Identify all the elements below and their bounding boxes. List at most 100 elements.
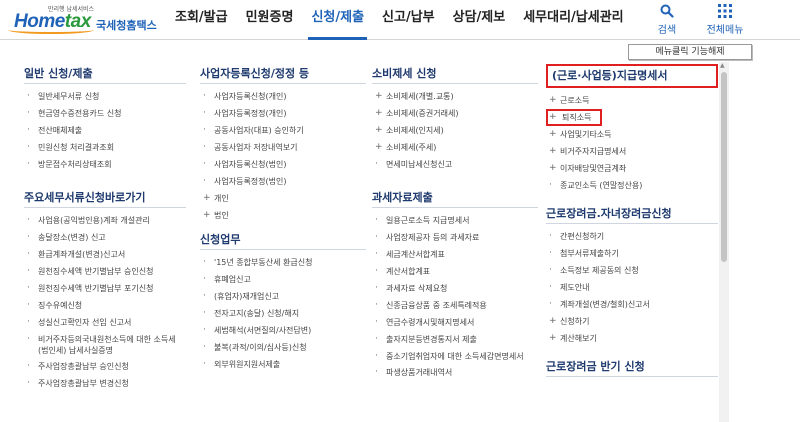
dot-bullet-icon: · — [549, 248, 552, 258]
menu-item[interactable]: + 신청하기 — [546, 313, 718, 330]
menu-item[interactable]: · 사업자등록정정(개인) — [200, 105, 366, 122]
menu-item[interactable]: + 이자배당및연금계좌 — [546, 160, 718, 177]
menu-item-label: 휴폐업신고 — [214, 275, 251, 284]
menu-item[interactable]: + 비거주자지급명세서 — [546, 143, 718, 160]
menu-item[interactable]: · 사업장제공자 등의 과세자료 — [372, 229, 538, 246]
menu-column-3: 소비제세 신청 + 소비제세(개별.교통) + 소비제세(증권거래세) + 소비제세(… — [372, 64, 538, 381]
nav-civil-certificate[interactable]: 민원증명 — [237, 0, 303, 40]
group-title[interactable]: 주요세무서류신청바로가기 — [24, 188, 186, 208]
menu-item-label: 외부위원지원서제출 — [214, 360, 281, 369]
menu-item[interactable]: + 소비제세(주세) — [372, 139, 538, 156]
menu-item[interactable]: · 전산매체제출 — [24, 122, 186, 139]
scrollbar-thumb[interactable] — [721, 72, 727, 262]
menu-item[interactable]: · 원천징수세액 반기별납부 포기신청 — [24, 280, 186, 297]
scroll-up-icon[interactable]: ▲ — [720, 62, 725, 70]
menu-item[interactable]: · 사업자등록신청(개인) — [200, 88, 366, 105]
menu-item[interactable]: · 송달장소(변경) 신고 — [24, 229, 186, 246]
menu-item[interactable]: · 사업용(공익법인용)계좌 개설관리 — [24, 212, 186, 229]
group-title[interactable]: 근로장려금.자녀장려금신청 — [546, 204, 718, 224]
group-title[interactable]: 소비제세 신청 — [372, 64, 538, 84]
menu-item[interactable]: · 공동사업자 저장내역보기 — [200, 139, 366, 156]
menu-item[interactable]: · 비거주자등의국내원천소득에 대한 소득세(법인세) 납세사실증명 — [24, 331, 186, 358]
menu-item[interactable]: · 성실신고확인자 선임 신고서 — [24, 314, 186, 331]
menu-item[interactable]: · 첨부서류제출하기 — [546, 245, 718, 262]
menu-item[interactable]: · 주사업장총괄납부 승인신청 — [24, 358, 186, 375]
menu-item[interactable]: · 계산서합계표 — [372, 263, 538, 280]
menu-item[interactable]: · 주사업장총괄납부 변경신청 — [24, 375, 186, 392]
menu-item[interactable]: · 불복(과적/이의/심사등)신청 — [200, 339, 366, 356]
dot-bullet-icon: · — [27, 317, 30, 327]
menu-item[interactable]: · 출자지분등변경통지서 제출 — [372, 331, 538, 348]
group-title[interactable]: 사업자등록신청/정정 등 — [200, 64, 366, 84]
main-nav: 조회/발급 민원증명 신청/제출 신고/납부 상담/제보 세무대리/납세관리 — [166, 0, 633, 40]
nav-tax-agent[interactable]: 세무대리/납세관리 — [514, 0, 632, 40]
menu-item[interactable]: · 외부위원지원서제출 — [200, 356, 366, 373]
full-menu-button[interactable]: 전체메뉴 — [702, 0, 748, 40]
group-title[interactable]: 과세자료제출 — [372, 188, 538, 208]
menu-item-label: 소비제세(인지세) — [386, 126, 444, 135]
menu-item[interactable]: · 연금수령개시및해지명세서 — [372, 314, 538, 331]
menu-item-label: 사업자등록신청(법인) — [214, 160, 287, 169]
menu-item[interactable]: · '15년 종합부동산세 환급신청 — [200, 254, 366, 271]
group-title[interactable]: 신청업무 — [200, 230, 366, 250]
dot-bullet-icon: · — [203, 257, 206, 267]
menu-item[interactable]: · 제도안내 — [546, 279, 718, 296]
menu-item[interactable]: + 계산해보기 — [546, 330, 718, 347]
search-button[interactable]: 검색 — [652, 0, 682, 40]
menu-item[interactable]: · 징수유예신청 — [24, 297, 186, 314]
menu-item[interactable]: · 환급계좌개설(변경)신고서 — [24, 246, 186, 263]
menu-item[interactable]: · 간편신청하기 — [546, 228, 718, 245]
menu-item[interactable]: · 일반세무서류 신청 — [24, 88, 186, 105]
menu-item[interactable]: · 과세자료 삭제요청 — [372, 280, 538, 297]
menu-item-label: 간편신청하기 — [560, 232, 605, 241]
menu-click-disable-button[interactable]: 메뉴클릭 기능해제 — [628, 44, 752, 60]
menu-item[interactable]: · 현금영수증전용카드 신청 — [24, 105, 186, 122]
menu-item-label: 사업자등록정정(개인) — [214, 109, 287, 118]
menu-item[interactable]: · 계좌개설(변경/철회)신고서 — [546, 296, 718, 313]
menu-item[interactable]: + 개인 — [200, 190, 366, 207]
menu-item[interactable]: + 소비제세(인지세) — [372, 122, 538, 139]
menu-item[interactable]: · 중소기업취업자에 대한 소득세감면명세서 — [372, 348, 538, 364]
menu-item[interactable]: + 소비제세(개별.교통) — [372, 88, 538, 105]
plus-icon: + — [549, 146, 557, 156]
nav-inquiry-issuance[interactable]: 조회/발급 — [166, 0, 237, 40]
nav-consult-report[interactable]: 상담/제보 — [444, 0, 515, 40]
menu-item[interactable]: · 신종금융상품 중 조세특례적용 — [372, 297, 538, 314]
menu-item-label: 파생상품거래내역서 — [386, 368, 453, 377]
menu-item[interactable]: · 면세미납세신청신고 — [372, 156, 538, 173]
dot-bullet-icon: · — [549, 282, 552, 292]
menu-item-label: '15년 종합부동산세 환급신청 — [214, 258, 313, 267]
nav-report-payment[interactable]: 신고/납부 — [373, 0, 444, 40]
menu-item[interactable]: + 소비제세(증권거래세) — [372, 105, 538, 122]
menu-item[interactable]: · (휴업자)재개업신고 — [200, 288, 366, 305]
menu-item-label: 사업자등록신청(개인) — [214, 92, 287, 101]
menu-item[interactable]: + 사업및기타소득 — [546, 126, 718, 143]
menu-item[interactable]: · 공동사업자(대표) 승인하기 — [200, 122, 366, 139]
menu-item-highlighted[interactable]: + 퇴직소득 — [546, 109, 602, 126]
menu-item[interactable]: + 법인 — [200, 207, 366, 224]
menu-item[interactable]: · 파생상품거래내역서 — [372, 364, 538, 381]
group-shortcuts: 주요세무서류신청바로가기 · 사업용(공익법인용)계좌 개설관리 · 송달장소(변경… — [24, 188, 186, 392]
menu-item[interactable]: · 종교인소득 (연말정산용) — [546, 177, 718, 194]
group-title[interactable]: 일반 신청/제출 — [24, 64, 186, 84]
menu-item[interactable]: · 세금계산서합계표 — [372, 246, 538, 263]
menu-item[interactable]: · 전자고지(송달) 신청/해지 — [200, 305, 366, 322]
menu-item[interactable]: · 사업자등록정정(법인) — [200, 173, 366, 190]
menu-item[interactable]: + 근로소득 — [546, 92, 718, 109]
dot-bullet-icon: · — [375, 351, 378, 361]
plus-icon: + — [549, 129, 557, 139]
menu-item[interactable]: · 일용근로소득 지급명세서 — [372, 212, 538, 229]
menu-item[interactable]: · 민원신청 처리결과조회 — [24, 139, 186, 156]
menu-column-1: 일반 신청/제출 · 일반세무서류 신청 · 현금영수증전용카드 신청 · 전산매체제… — [24, 64, 186, 392]
menu-item-label: 전산매체제출 — [38, 126, 83, 135]
menu-item[interactable]: · 휴폐업신고 — [200, 271, 366, 288]
menu-item[interactable]: · 사업자등록신청(법인) — [200, 156, 366, 173]
menu-item[interactable]: · 소득정보 제공동의 신청 — [546, 262, 718, 279]
group-title-highlighted[interactable]: (근로·사업등)지급명세서 — [546, 64, 718, 88]
menu-item[interactable]: · 세법해석(서면질의/사전답변) — [200, 322, 366, 339]
nav-application-submission[interactable]: 신청/제출 — [302, 0, 373, 40]
group-title[interactable]: 근로장려금 반기 신청 — [546, 357, 718, 377]
hometax-logo[interactable]: 만리행 납세서비스 Hometax 국세청홈택스 — [8, 4, 157, 36]
menu-item[interactable]: · 방문접수처리상태조회 — [24, 156, 186, 173]
menu-item[interactable]: · 원천징수세액 반기별납부 승인신청 — [24, 263, 186, 280]
